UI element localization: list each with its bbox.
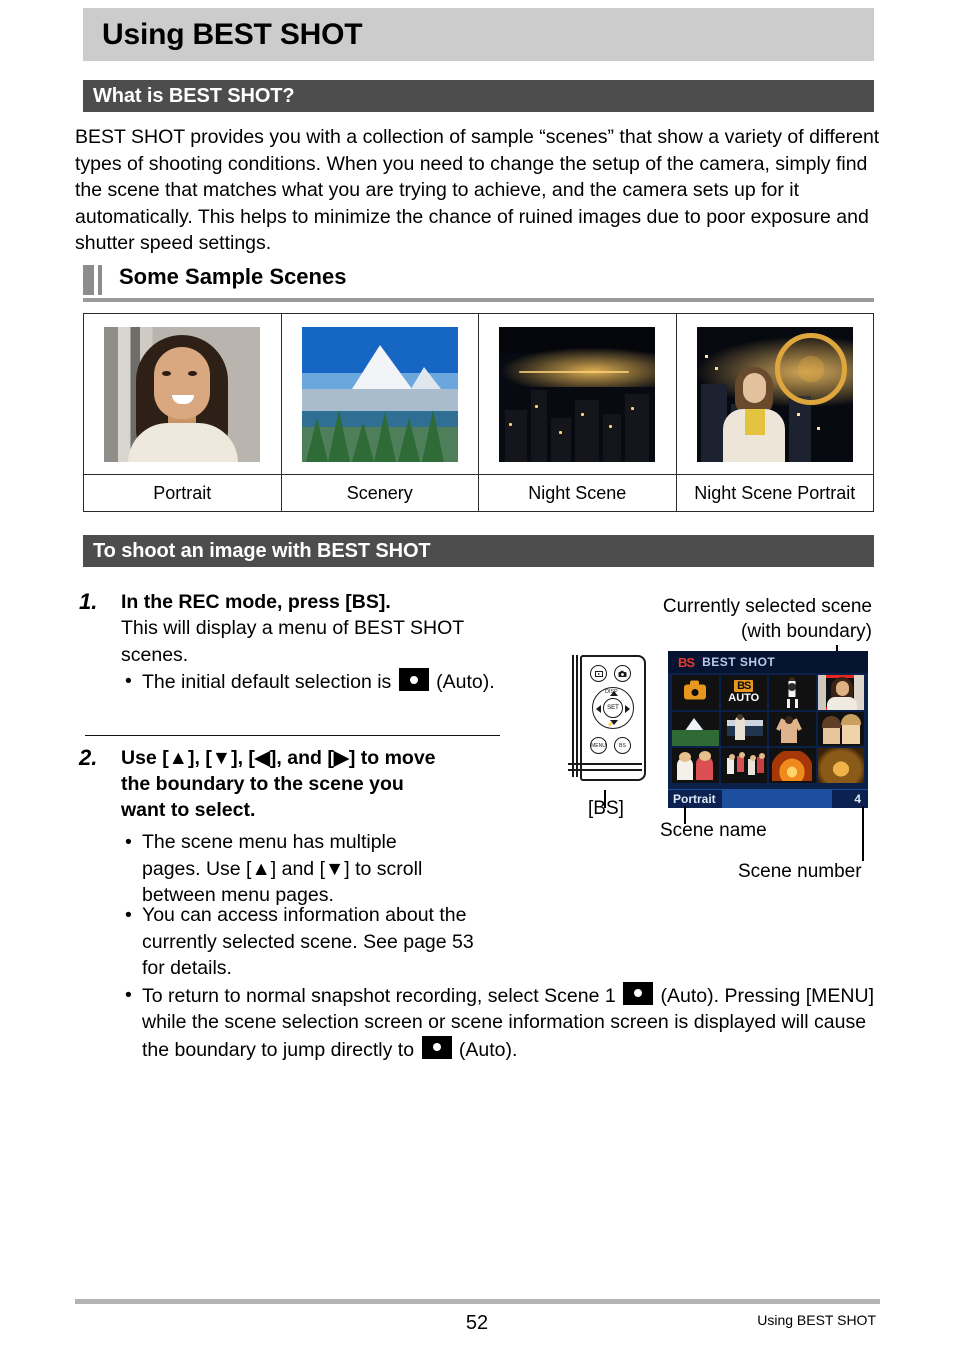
step-2-number: 2. bbox=[79, 745, 98, 770]
scene-cell-party[interactable] bbox=[817, 748, 864, 783]
sample-scene-thumbnail-wrap bbox=[479, 314, 676, 475]
sample-scene-label: Night Scene bbox=[528, 482, 627, 503]
bs-logo-icon: BS bbox=[678, 654, 695, 670]
scene-cell-children[interactable] bbox=[672, 748, 719, 783]
callout-scene-name: Scene name bbox=[660, 820, 767, 841]
step-2-bullet-3-post2: (Auto). bbox=[453, 1038, 518, 1061]
footer-rule bbox=[75, 1299, 880, 1304]
bs-label: BS bbox=[619, 742, 626, 749]
subheading-rule bbox=[83, 298, 874, 302]
subheading-some-sample-scenes: Some Sample Scenes bbox=[83, 264, 874, 302]
camera-edge-line bbox=[572, 655, 574, 777]
menu-label: MENU bbox=[591, 742, 606, 749]
step-1-title: In the REC mode, press [BS]. bbox=[121, 591, 391, 613]
sample-scene-label: Portrait bbox=[153, 482, 212, 503]
callout-leader-line-scene-number bbox=[862, 806, 864, 861]
camera-bottom-line bbox=[568, 763, 642, 765]
sample-scene-label: Night Scene Portrait bbox=[694, 482, 856, 503]
set-label: SET bbox=[607, 705, 619, 711]
page-title: Using BEST SHOT bbox=[102, 17, 363, 51]
footer-running-head: Using BEST SHOT bbox=[757, 1312, 876, 1328]
step-1-bullet-1-post: (Auto). bbox=[430, 671, 495, 693]
callout-bs-button: [BS] bbox=[588, 798, 624, 819]
sample-scene-cell-night-scene: Night Scene bbox=[479, 314, 677, 511]
step-2-bullet-2-text: You can access information about the cur… bbox=[142, 904, 474, 979]
playback-button-icon bbox=[590, 665, 607, 682]
scene-cell-portrait-selected[interactable] bbox=[817, 675, 864, 710]
scene-cell-candlelight[interactable] bbox=[769, 748, 816, 783]
night-scene-photo-thumbnail bbox=[499, 326, 656, 462]
callout-line-1: Currently selected scene bbox=[662, 596, 872, 617]
camera-lcd-screen: BS BEST SHOT BS AUTO Portrait 4 bbox=[668, 651, 868, 808]
step-2-bullet-3-pre: To return to normal snapshot recording, … bbox=[142, 984, 622, 1007]
callout-scene-number: Scene number bbox=[738, 861, 862, 882]
camera-bottom-line bbox=[568, 769, 642, 771]
scene-cell-couple[interactable] bbox=[817, 711, 864, 747]
step-1: 1. In the REC mode, press [BS]. This wil… bbox=[79, 589, 519, 696]
callout-line-2: (with boundary) bbox=[741, 621, 872, 642]
scene-cell-bs-auto[interactable]: BS AUTO bbox=[720, 675, 767, 710]
sample-scene-cell-portrait: Portrait bbox=[84, 314, 282, 511]
section-heading-what-is-best-shot: What is BEST SHOT? bbox=[83, 80, 874, 112]
menu-button-icon: MENU bbox=[590, 737, 607, 754]
lcd-title-bar: BS BEST SHOT bbox=[668, 651, 868, 673]
page-title-bar: Using BEST SHOT bbox=[83, 8, 874, 61]
sample-scene-cell-night-scene-portrait: Night Scene Portrait bbox=[676, 314, 873, 511]
night-scene-portrait-photo-thumbnail bbox=[696, 326, 853, 462]
scenery-photo-thumbnail bbox=[301, 326, 458, 462]
lcd-status-bar: Portrait 4 bbox=[668, 789, 868, 808]
camera-edge-line bbox=[576, 655, 578, 777]
scene-cell-sports-kids[interactable] bbox=[720, 748, 767, 783]
sample-scene-label: Scenery bbox=[346, 482, 413, 503]
step-1-number: 1. bbox=[79, 589, 98, 614]
scene-cell-sports[interactable] bbox=[769, 675, 816, 710]
scene-cell-portrait-scenery[interactable] bbox=[720, 711, 767, 747]
step-2-bullet-3: To return to normal snapshot recording, … bbox=[121, 981, 881, 1064]
lcd-scene-name: Portrait bbox=[668, 789, 722, 808]
auto-mode-icon bbox=[398, 668, 429, 691]
step-separator-rule bbox=[85, 735, 500, 736]
step-1-bullet-1: The initial default selection is (Auto). bbox=[121, 668, 519, 696]
flash-label: ⚡ bbox=[607, 722, 614, 728]
scene-cell-auto[interactable] bbox=[672, 675, 719, 710]
step-2-wide-bullets: You can access information about the cur… bbox=[121, 902, 881, 1063]
scene-cell-beach[interactable] bbox=[769, 711, 816, 747]
bs-button-icon: BS bbox=[614, 737, 631, 754]
auto-mode-icon bbox=[421, 1035, 452, 1059]
subheading-marker-icon bbox=[83, 265, 102, 295]
step-2-bullet-1: The scene menu has multiple pages. Use [… bbox=[121, 829, 442, 909]
lcd-title: BEST SHOT bbox=[702, 655, 776, 669]
auto-mode-icon bbox=[623, 981, 654, 1005]
step-2-bullet-2: You can access information about the cur… bbox=[121, 902, 487, 982]
sample-scenes-table: Portrait Scenery Night Scene Night Scene… bbox=[83, 313, 874, 512]
scene-thumbnail-grid: BS AUTO bbox=[672, 675, 864, 783]
step-1-body: This will display a menu of BEST SHOT sc… bbox=[121, 617, 464, 666]
callout-currently-selected-scene: Currently selected scene (with boundary) bbox=[640, 594, 872, 644]
lcd-scene-number: 4 bbox=[832, 789, 868, 808]
sample-scene-thumbnail-wrap bbox=[84, 314, 281, 475]
scene-cell-scenery[interactable] bbox=[672, 711, 719, 747]
dpad-right-icon bbox=[625, 705, 630, 713]
control-dial: DISP ⚡ SET bbox=[592, 687, 634, 729]
section-heading-to-shoot: To shoot an image with BEST SHOT bbox=[83, 535, 874, 567]
set-button-icon: SET bbox=[603, 698, 623, 718]
sample-scene-cell-scenery: Scenery bbox=[281, 314, 479, 511]
sample-scene-thumbnail-wrap bbox=[281, 314, 478, 475]
section-heading-label: What is BEST SHOT? bbox=[93, 84, 295, 107]
dpad-left-icon bbox=[596, 705, 601, 713]
disp-label: DISP bbox=[605, 689, 618, 695]
portrait-photo-thumbnail bbox=[104, 326, 261, 462]
step-1-bullet-1-pre: The initial default selection is bbox=[142, 671, 397, 693]
sample-scene-thumbnail-wrap bbox=[676, 314, 873, 475]
intro-paragraph: BEST SHOT provides you with a collection… bbox=[75, 126, 880, 254]
step-2: 2. Use [▲], [▼], [◀], and [▶] to move th… bbox=[79, 745, 549, 909]
section-heading-label: To shoot an image with BEST SHOT bbox=[93, 539, 431, 562]
camera-back-illustration: DISP ⚡ SET MENU BS bbox=[568, 655, 648, 790]
record-button-icon bbox=[614, 665, 631, 682]
subheading-label: Some Sample Scenes bbox=[119, 264, 347, 289]
step-2-title: Use [▲], [▼], [◀], and [▶] to move the b… bbox=[121, 747, 436, 821]
